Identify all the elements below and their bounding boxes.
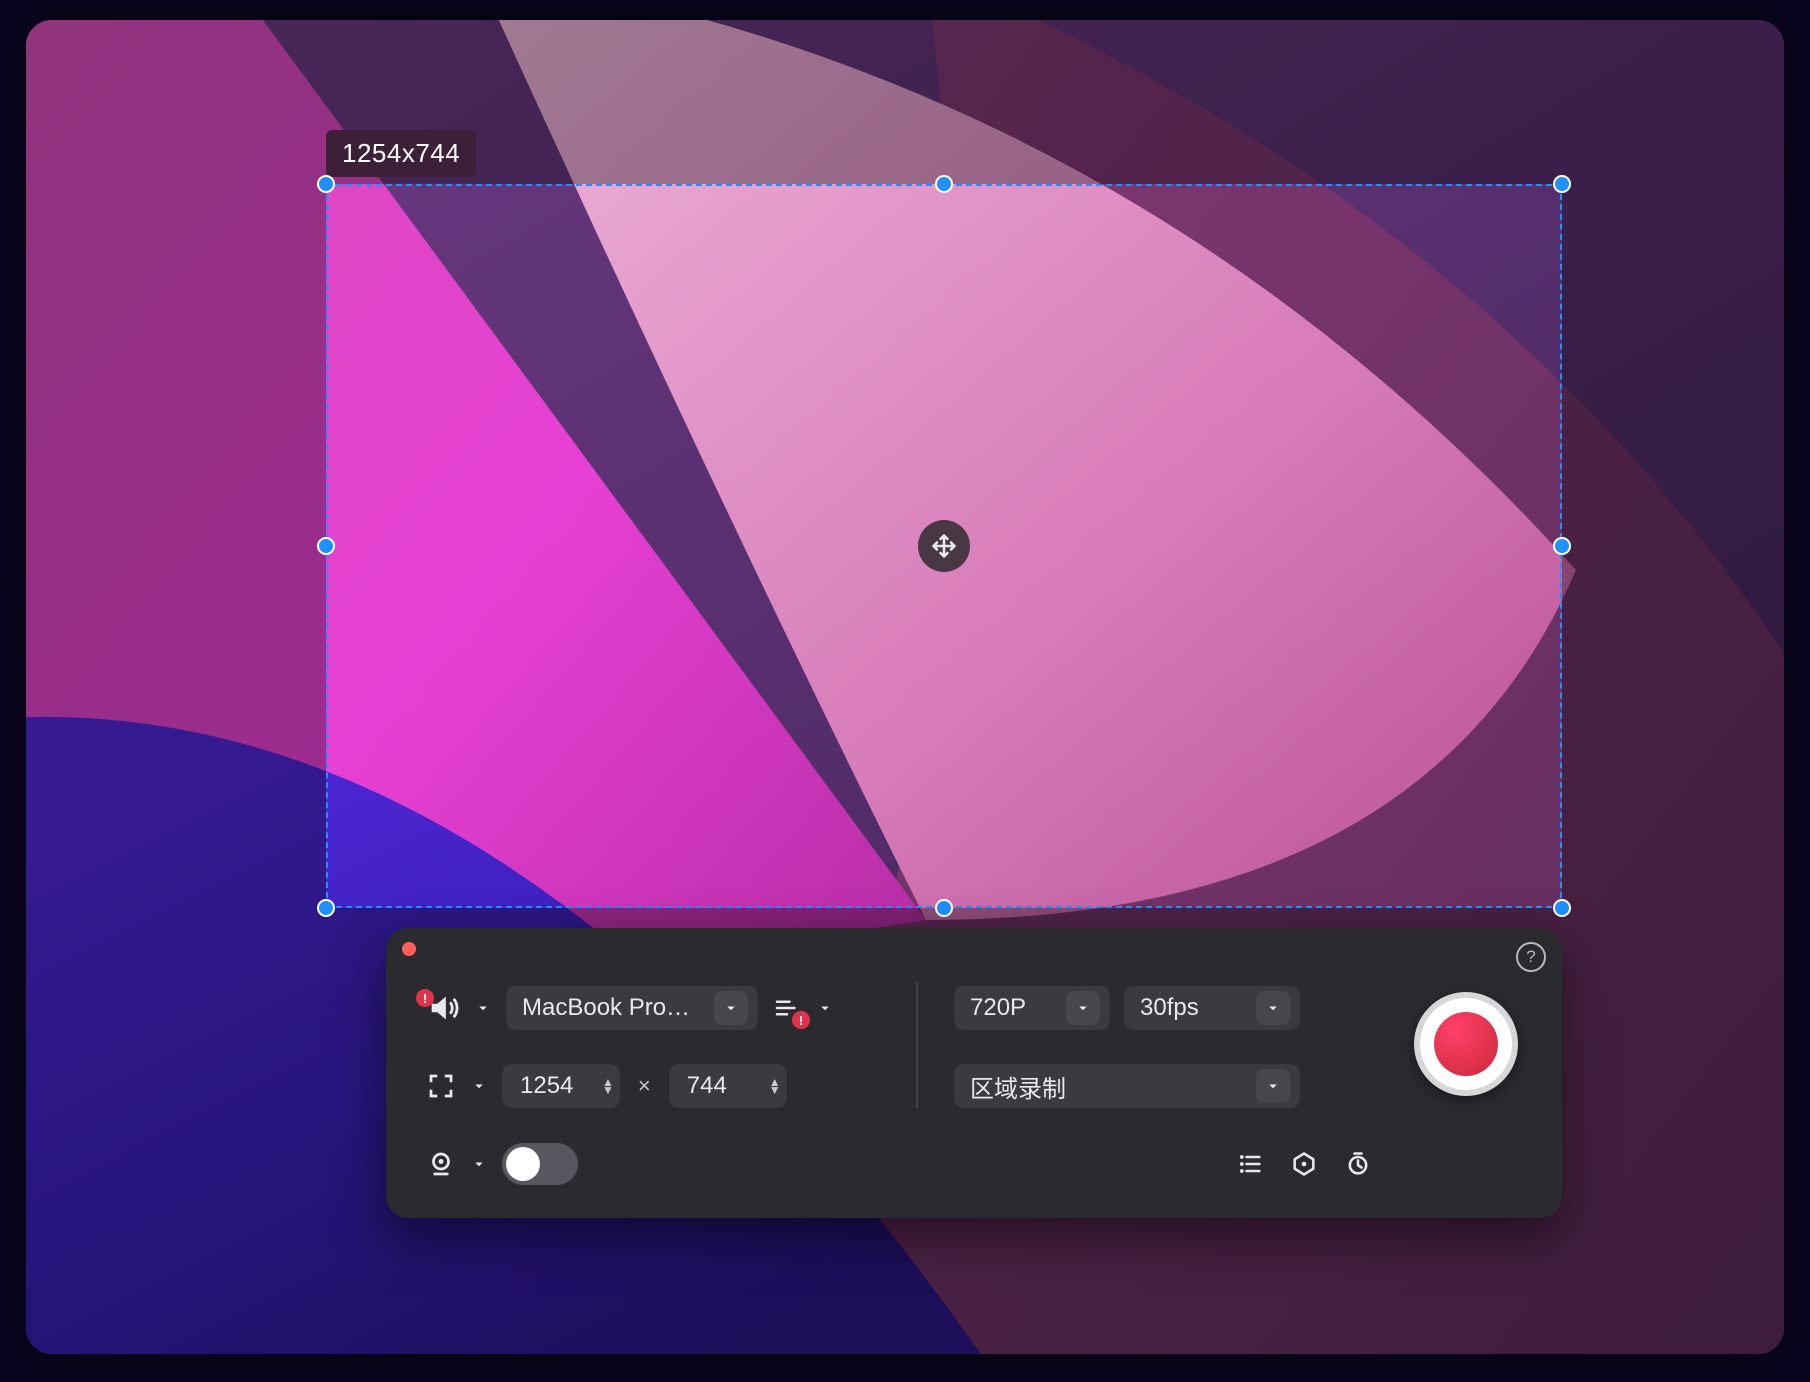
dim-overlay-right <box>1562 184 1784 908</box>
list-button[interactable] <box>1236 1150 1264 1178</box>
webcam-icon <box>426 1149 456 1179</box>
chevron-down-icon <box>1066 991 1100 1025</box>
audio-source-label: MacBook Pro… <box>522 994 704 1022</box>
chevron-down-icon <box>714 991 748 1025</box>
help-icon: ? <box>1526 947 1535 967</box>
framerate-label: 30fps <box>1140 994 1246 1022</box>
resize-handle-sw[interactable] <box>317 899 335 917</box>
audio-source-dropdown[interactable]: MacBook Pro… <box>506 986 758 1030</box>
alert-badge-icon: ! <box>792 1011 810 1029</box>
chevron-down-icon <box>1256 1069 1290 1103</box>
width-input-wrapper: ▲▼ <box>502 1064 620 1108</box>
timer-button[interactable] <box>1344 1150 1372 1178</box>
recorder-toolbar: ? ! MacBook Pro… <box>386 928 1562 1218</box>
width-input[interactable] <box>518 1071 594 1101</box>
height-input[interactable] <box>685 1071 761 1101</box>
dim-overlay-top <box>26 20 1784 184</box>
alert-badge-icon: ! <box>416 989 434 1007</box>
chevron-down-icon <box>1256 991 1290 1025</box>
record-mode-label: 区域录制 <box>970 1069 1246 1104</box>
move-handle[interactable] <box>918 520 970 572</box>
height-stepper[interactable]: ▲▼ <box>769 1079 781 1093</box>
dimension-separator: × <box>634 1073 655 1099</box>
settings-button[interactable] <box>1290 1150 1318 1178</box>
resize-handle-se[interactable] <box>1553 899 1571 917</box>
resize-handle-s[interactable] <box>935 899 953 917</box>
webcam-chevron[interactable] <box>470 1155 488 1173</box>
help-button[interactable]: ? <box>1516 942 1546 972</box>
resize-handle-nw[interactable] <box>317 175 335 193</box>
resize-handle-e[interactable] <box>1553 537 1571 555</box>
selection-dimensions-badge: 1254x744 <box>326 130 476 177</box>
framerate-dropdown[interactable]: 30fps <box>1124 986 1300 1030</box>
desktop-window: 1254x744 ? ! <box>26 20 1784 1354</box>
height-input-wrapper: ▲▼ <box>669 1064 787 1108</box>
record-button[interactable] <box>1414 992 1518 1096</box>
fullscreen-icon <box>426 1071 456 1101</box>
resolution-label: 720P <box>970 994 1056 1022</box>
toggle-knob <box>506 1147 540 1181</box>
close-button[interactable] <box>402 942 416 956</box>
audio-source-chevron[interactable] <box>474 999 492 1017</box>
move-icon <box>930 532 958 560</box>
webcam-toggle[interactable] <box>502 1143 578 1185</box>
resize-handle-n[interactable] <box>935 175 953 193</box>
resize-handle-ne[interactable] <box>1553 175 1571 193</box>
record-mode-dropdown[interactable]: 区域录制 <box>954 1064 1300 1108</box>
record-icon <box>1434 1012 1498 1076</box>
width-stepper[interactable]: ▲▼ <box>602 1079 614 1093</box>
area-mode-chevron[interactable] <box>470 1077 488 1095</box>
microphone-chevron[interactable] <box>816 999 834 1017</box>
dim-overlay-left <box>26 184 326 908</box>
resolution-dropdown[interactable]: 720P <box>954 986 1110 1030</box>
resize-handle-w[interactable] <box>317 537 335 555</box>
